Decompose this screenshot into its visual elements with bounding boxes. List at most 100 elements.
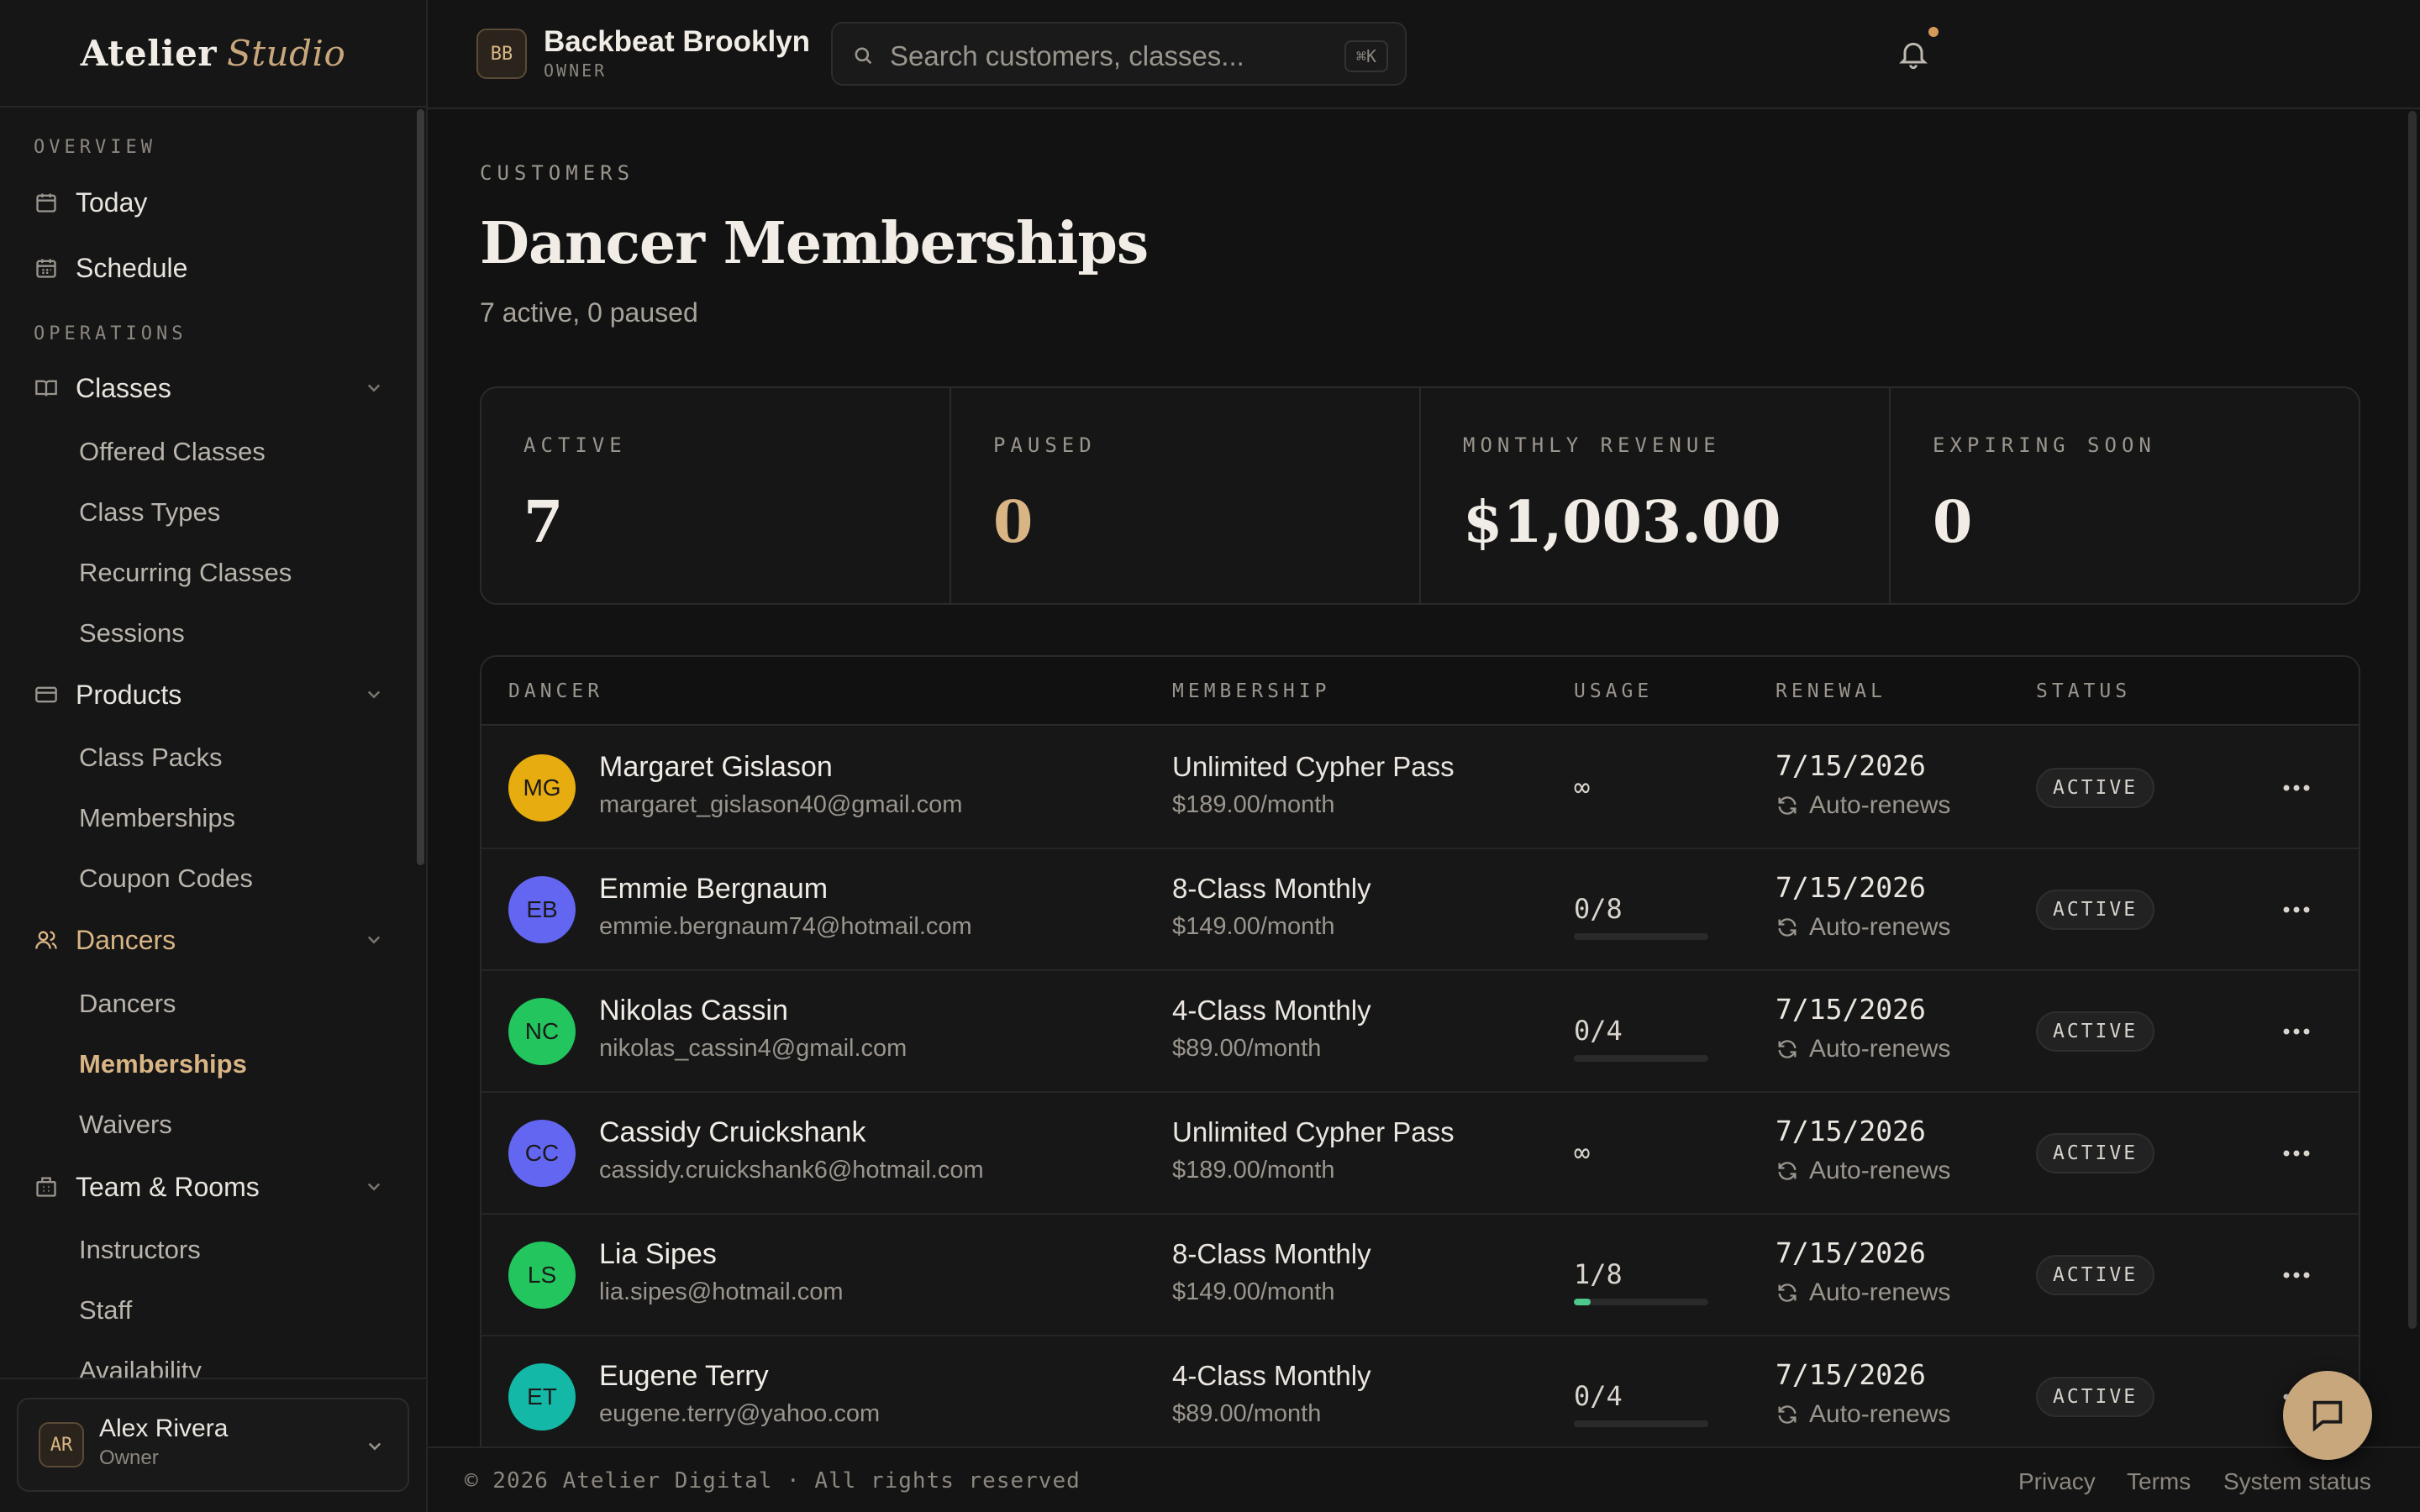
- more-actions-icon[interactable]: [2278, 1135, 2315, 1172]
- org-avatar[interactable]: BB: [476, 29, 527, 79]
- stat-label: MONTHLY REVENUE: [1463, 433, 1721, 457]
- dancer-name[interactable]: Cassidy Cruickshank: [599, 1116, 865, 1149]
- search-input[interactable]: Search customers, classes... ⌘K: [831, 22, 1407, 86]
- sidebar-item-schedule[interactable]: Schedule: [34, 243, 387, 293]
- stat-value: 0: [993, 489, 1034, 556]
- brand-logo[interactable]: Atelier Studio: [0, 0, 426, 108]
- search-placeholder: Search customers, classes...: [890, 40, 1244, 71]
- sidebar-item-label: Schedule: [76, 252, 188, 283]
- dancer-email: eugene.terry@yahoo.com: [599, 1400, 881, 1427]
- sidebar-item-dancers-group[interactable]: Dancers: [34, 915, 387, 965]
- user-menu[interactable]: AR Alex Rivera Owner: [17, 1398, 409, 1492]
- system-status-link[interactable]: System status: [2223, 1468, 2371, 1495]
- stat-value: $1,003.00: [1463, 489, 1781, 556]
- status-badge: ACTIVE: [2036, 1377, 2155, 1417]
- refresh-icon: [1776, 794, 1809, 817]
- sidebar-item-team-rooms[interactable]: Team & Rooms: [34, 1162, 387, 1212]
- user-name: Alex Rivera: [99, 1415, 229, 1442]
- membership-plan: 8-Class Monthly: [1172, 1238, 1371, 1269]
- more-actions-icon[interactable]: [2278, 769, 2315, 806]
- status-badge: ACTIVE: [2036, 1255, 2155, 1295]
- privacy-link[interactable]: Privacy: [2018, 1468, 2096, 1495]
- table-row[interactable]: MG Margaret Gislason margaret_gislason40@g…: [481, 727, 2359, 849]
- chevron-down-icon[interactable]: [361, 1173, 387, 1199]
- sidebar-item-label: Today: [76, 186, 148, 218]
- terms-link[interactable]: Terms: [2127, 1468, 2191, 1495]
- chevron-down-icon[interactable]: [361, 927, 387, 952]
- usage-progress-bar: [1574, 1420, 1708, 1427]
- avatar: EB: [508, 876, 576, 943]
- sidebar-item-today[interactable]: Today: [34, 177, 387, 228]
- chat-button[interactable]: [2283, 1371, 2372, 1460]
- more-actions-icon[interactable]: [2278, 1257, 2315, 1294]
- dancer-name[interactable]: Emmie Bergnaum: [599, 873, 828, 906]
- usage-progress-fill: [1574, 1299, 1591, 1305]
- sidebar-item-waivers[interactable]: Waivers: [79, 1104, 172, 1146]
- sidebar-item-offered-classes[interactable]: Offered Classes: [79, 431, 266, 473]
- sidebar-item-instructors[interactable]: Instructors: [79, 1229, 201, 1271]
- refresh-icon: [1776, 916, 1809, 939]
- renewal-date: 7/15/2026: [1776, 1115, 1926, 1147]
- auto-renew: Auto-renews: [1776, 1278, 1950, 1307]
- dancer-name[interactable]: Lia Sipes: [599, 1238, 717, 1271]
- sidebar-item-staff[interactable]: Staff: [79, 1289, 132, 1331]
- table-row[interactable]: LS Lia Sipes lia.sipes@hotmail.com 8-Class …: [481, 1215, 2359, 1336]
- sidebar-scrollbar[interactable]: [417, 109, 424, 865]
- sidebar-item-class-types[interactable]: Class Types: [79, 491, 220, 533]
- chevron-down-icon[interactable]: [361, 681, 387, 706]
- more-actions-icon[interactable]: [2278, 891, 2315, 928]
- sidebar-item-class-packs[interactable]: Class Packs: [79, 737, 223, 779]
- table-row[interactable]: EB Emmie Bergnaum emmie.bergnaum74@hotmail…: [481, 849, 2359, 971]
- sidebar-item-products[interactable]: Products: [34, 669, 387, 720]
- stat-value: 7: [523, 489, 564, 556]
- auto-renew-label: Auto-renews: [1809, 791, 1951, 819]
- org-name[interactable]: Backbeat Brooklyn: [544, 25, 810, 59]
- usage-count: ∞: [1574, 1137, 1591, 1168]
- top-bar: BB Backbeat Brooklyn OWNER Search custom…: [428, 0, 2420, 109]
- sidebar-item-coupon-codes[interactable]: Coupon Codes: [79, 858, 253, 900]
- dancer-name[interactable]: Nikolas Cassin: [599, 995, 788, 1027]
- sidebar-item-memberships[interactable]: Memberships: [79, 1043, 247, 1085]
- membership-price: $89.00/month: [1172, 1035, 1322, 1062]
- sidebar-item-label: Dancers: [76, 924, 176, 955]
- sidebar-item-sessions[interactable]: Sessions: [79, 612, 185, 654]
- dancer-name[interactable]: Eugene Terry: [599, 1360, 769, 1393]
- page-scrollbar[interactable]: [2408, 111, 2417, 1329]
- stat-paused: PAUSED 0: [951, 388, 1421, 603]
- membership-price: $189.00/month: [1172, 791, 1335, 818]
- dancer-name[interactable]: Margaret Gislason: [599, 751, 833, 784]
- status-badge: ACTIVE: [2036, 1133, 2155, 1173]
- sidebar-item-memberships-products[interactable]: Memberships: [79, 797, 235, 839]
- search-icon: [855, 47, 872, 65]
- sidebar-item-label: Classes: [76, 372, 171, 403]
- table-row[interactable]: ET Eugene Terry eugene.terry@yahoo.com 4-Cl…: [481, 1336, 2359, 1446]
- column-header-renewal[interactable]: RENEWAL: [1776, 680, 1886, 702]
- more-actions-icon[interactable]: [2278, 1013, 2315, 1050]
- column-header-usage[interactable]: USAGE: [1574, 680, 1653, 702]
- avatar: AR: [39, 1422, 84, 1467]
- bell-icon[interactable]: [1897, 37, 1930, 71]
- status-badge: ACTIVE: [2036, 1011, 2155, 1052]
- sidebar-item-availability[interactable]: Availability: [79, 1350, 202, 1378]
- memberships-table: DANCER MEMBERSHIP USAGE RENEWAL STATUS M…: [480, 655, 2360, 1446]
- auto-renew-label: Auto-renews: [1809, 1278, 1951, 1306]
- column-header-status[interactable]: STATUS: [2036, 680, 2131, 702]
- avatar: CC: [508, 1120, 576, 1187]
- column-header-membership[interactable]: MEMBERSHIP: [1172, 680, 1330, 702]
- main-content: CUSTOMERS Dancer Memberships 7 active, 0…: [428, 111, 2407, 1446]
- sidebar-item-dancers[interactable]: Dancers: [79, 983, 176, 1025]
- table-row[interactable]: CC Cassidy Cruickshank cassidy.cruickshank…: [481, 1093, 2359, 1215]
- table-row[interactable]: NC Nikolas Cassin nikolas_cassin4@gmail.co…: [481, 971, 2359, 1093]
- stat-monthly-revenue: MONTHLY REVENUE $1,003.00: [1421, 388, 1891, 603]
- stat-expiring-soon: EXPIRING SOON 0: [1891, 388, 2359, 603]
- sidebar-item-recurring-classes[interactable]: Recurring Classes: [79, 552, 292, 594]
- stats-panel: ACTIVE 7 PAUSED 0 MONTHLY REVENUE $1,003…: [480, 386, 2360, 605]
- chevron-down-icon[interactable]: [361, 375, 387, 400]
- column-header-dancer[interactable]: DANCER: [508, 680, 603, 702]
- stat-label: PAUSED: [993, 433, 1097, 457]
- avatar: NC: [508, 998, 576, 1065]
- usage-count: ∞: [1574, 771, 1591, 803]
- sidebar-item-classes[interactable]: Classes: [34, 363, 387, 413]
- renewal-date: 7/15/2026: [1776, 749, 1926, 782]
- auto-renew: Auto-renews: [1776, 791, 1950, 820]
